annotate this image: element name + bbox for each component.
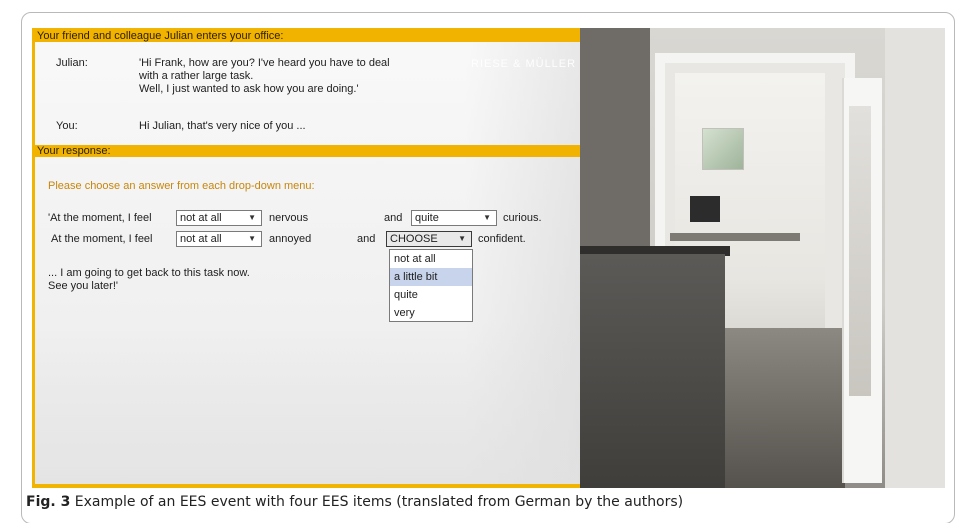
photo-desk [670,233,800,241]
row2-confident-select-value: CHOOSE [390,233,438,245]
row1-word1: nervous [269,212,309,224]
office-photo [580,28,945,488]
row1-nervous-select[interactable]: not at all ▼ [176,210,262,226]
row2-annoyed-select[interactable]: not at all ▼ [176,231,262,247]
you-line: Hi Julian, that's very nice of you ... [139,120,306,132]
photo-door-glass [849,106,871,396]
instruction-text: Please choose an answer from each drop-d… [48,180,315,192]
figure-caption: Fig. 3 Example of an EES event with four… [26,494,683,510]
row2-confident-select[interactable]: CHOOSE ▼ [386,231,472,247]
row1-prefix: 'At the moment, I feel [48,212,152,224]
row2-prefix: At the moment, I feel [51,233,153,245]
caption-text: Example of an EES event with four EES it… [74,494,684,510]
row2-joiner: and [357,233,376,245]
response-header: Your response: [35,145,580,157]
row1-word2: curious. [503,212,542,224]
row1-nervous-select-value: not at all [180,212,222,224]
row2-word2: confident. [478,233,526,245]
confident-dropdown-list: not at all a little bit quite very [389,249,473,322]
julian-line-1: 'Hi Frank, how are you? I've heard you h… [139,57,390,69]
chevron-down-icon: ▼ [248,213,256,222]
row2-word1: annoyed [269,233,312,245]
row2-annoyed-select-value: not at all [180,233,222,245]
photo-wall-picture [702,128,744,170]
julian-line-3: Well, I just wanted to ask how you are d… [139,83,359,95]
ees-stage: RIESE & MÜLLER Your friend and colleague… [32,28,945,488]
caption-label: Fig. 3 [26,494,71,510]
dialog-header: Your friend and colleague Julian enters … [35,30,580,42]
row1-joiner: and [384,212,403,224]
photo-monitor [690,196,720,222]
row1-curious-select[interactable]: quite ▼ [411,210,497,226]
closing-text: ... I am going to get back to this task … [48,267,250,293]
closing-line-2: See you later!' [48,280,118,292]
chevron-down-icon: ▼ [483,213,491,222]
dialog-panel: RIESE & MÜLLER Your friend and colleague… [35,30,580,484]
brand-watermark: RIESE & MÜLLER [471,58,577,70]
dropdown-option-not-at-all[interactable]: not at all [390,250,472,268]
closing-line-1: ... I am going to get back to this task … [48,267,250,279]
floor-shade [35,320,580,484]
dropdown-option-very[interactable]: very [390,304,472,322]
chevron-down-icon: ▼ [248,234,256,243]
photo-floor [725,328,845,488]
dropdown-option-quite[interactable]: quite [390,286,472,304]
photo-cabinet [580,254,725,488]
chevron-down-icon: ▼ [458,234,466,243]
julian-label: Julian: [56,57,88,69]
photo-wall-right [885,28,945,488]
row1-curious-select-value: quite [415,212,439,224]
you-label: You: [56,120,78,132]
dropdown-option-a-little-bit[interactable]: a little bit [390,268,472,286]
julian-line-2: with a rather large task. [139,70,254,82]
